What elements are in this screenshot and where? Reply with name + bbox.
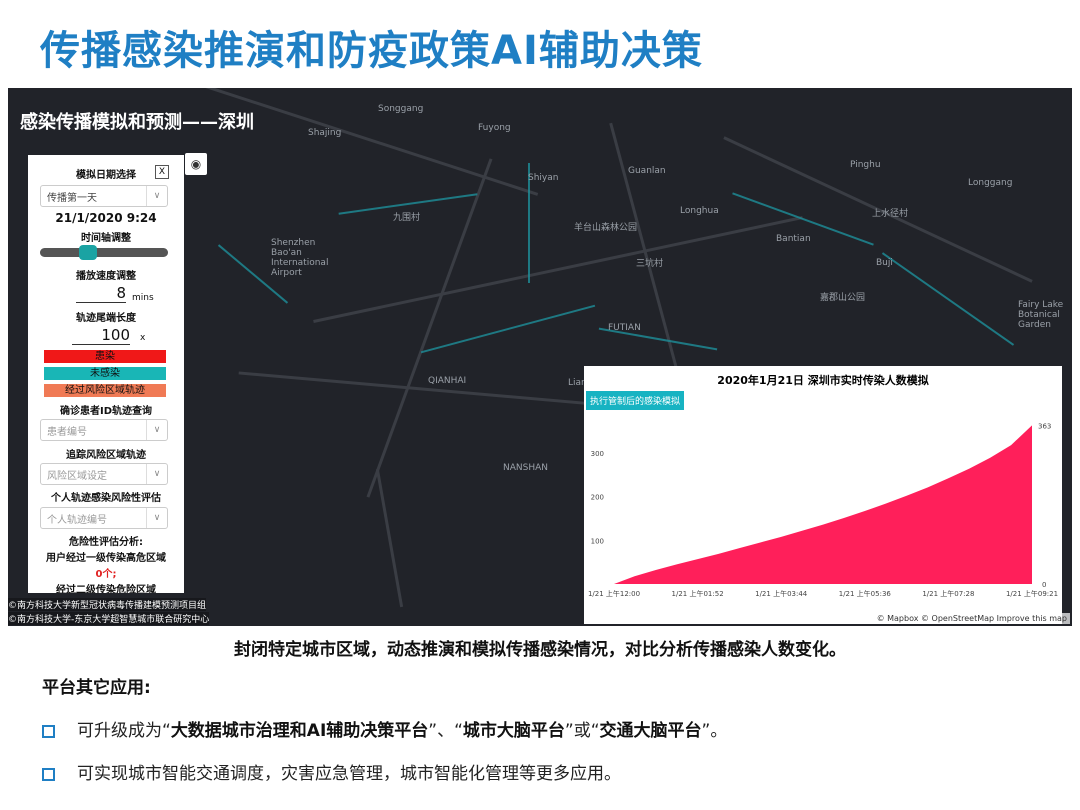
map-place-label: Songgang <box>378 104 424 114</box>
y-tick-label: 100 <box>591 537 604 545</box>
timeline-label: 时间轴调整 <box>81 233 131 244</box>
second-zone-label: 经过二级传染危险区域 <box>56 585 156 593</box>
risk-zone-placeholder: 风险区域设定 <box>47 471 107 482</box>
bullet-item: 可实现城市智能交通调度，灾害应急管理，城市智能化管理等更多应用。 <box>42 759 621 784</box>
patient-id-select[interactable]: 患者编号 ∨ <box>40 419 168 441</box>
map-road <box>137 88 539 196</box>
day-select-value: 传播第一天 <box>47 193 97 204</box>
map-place-label: Bantian <box>776 234 811 244</box>
bullet-bold: 城市大脑平台 <box>462 721 565 741</box>
chevron-down-icon: ∨ <box>146 508 167 528</box>
map-place-label: QIANHAI <box>428 376 467 386</box>
risk-zone-select[interactable]: 风险区域设定 ∨ <box>40 463 168 485</box>
map-title: 感染传播模拟和预测——深圳 <box>20 112 254 133</box>
x-tick-label: 1/21 上午12:00 <box>588 589 640 598</box>
map-place-label: Fuyong <box>478 123 511 133</box>
map-place-label: 九围村 <box>393 213 421 223</box>
sim-datetime: 21/1/2020 9:24 <box>55 211 157 225</box>
map-route <box>881 252 1015 346</box>
bullet-bold: 交通大脑平台 <box>599 721 702 741</box>
map-place-label: NANSHAN <box>503 463 548 473</box>
x-tick-label: 1/21 上午05:36 <box>839 589 892 598</box>
map-place-label: Buji <box>876 258 893 268</box>
square-bullet-icon <box>42 724 55 738</box>
trail-unit: x <box>140 333 146 343</box>
page-title: 传播感染推演和防疫政策AI辅助决策 <box>40 28 703 74</box>
timeline-slider-thumb[interactable] <box>78 245 97 260</box>
bullet-text: ”或“ <box>564 721 600 741</box>
risk-track-label: 追踪风险区域轨迹 <box>66 450 146 461</box>
timeline-slider[interactable] <box>40 248 168 257</box>
legend-risk-track: 经过风险区域轨迹 <box>44 384 166 397</box>
simulation-control-panel: 模拟日期选择 X 传播第一天 ∨ 21/1/2020 9:24 时间轴调整 播放… <box>28 155 184 593</box>
chevron-down-icon: ∨ <box>146 186 167 206</box>
patient-id-placeholder: 患者编号 <box>47 427 87 438</box>
high-zone-count: 0个; <box>95 569 117 580</box>
map-place-label: 羊台山森林公园 <box>574 223 638 233</box>
map-place-label: Shiyan <box>528 173 559 183</box>
high-zone-label: 用户经过一级传染高危区域 <box>46 553 166 564</box>
bullet-text: 可实现城市智能交通调度，灾害应急管理，城市智能化管理等更多应用。 <box>77 764 621 784</box>
camera-icon[interactable]: ◉ <box>185 153 207 175</box>
x-tick-label: 1/21 上午03:44 <box>755 589 808 598</box>
map-place-label: Longgang <box>968 178 1013 188</box>
square-bullet-icon <box>42 767 55 781</box>
bullet-text: 可升级成为“ <box>77 721 171 741</box>
legend-infected: 患染 <box>44 350 166 363</box>
map-road <box>313 216 803 323</box>
map-route <box>420 304 596 354</box>
map-place-label: Shenzhen Bao'an International Airport <box>271 238 329 278</box>
chevron-down-icon: ∨ <box>146 464 167 484</box>
map-place-label: 嘉郡山公园 <box>820 293 866 303</box>
patient-query-label: 确诊患者ID轨迹查询 <box>59 406 153 417</box>
attribution-line-1: ©南方科技大学新型冠状病毒传播建模预测项目组 <box>8 598 207 611</box>
x-tick-label: 1/21 上午09:21 <box>1006 589 1058 598</box>
risk-analysis-label: 危险性评估分析: <box>69 537 143 548</box>
close-button[interactable]: X <box>155 165 169 179</box>
personal-eval-label: 个人轨迹感染风险性评估 <box>51 493 161 504</box>
bullet-text: ”、“ <box>428 721 463 741</box>
speed-label: 播放速度调整 <box>76 271 136 282</box>
bullet-item: 可升级成为“大数据城市治理和AI辅助决策平台”、“城市大脑平台”或“交通大脑平台… <box>42 716 727 741</box>
map-place-label: Longhua <box>680 206 719 216</box>
trail-length-input[interactable]: 100 <box>72 326 130 345</box>
map-place-label: FUTIAN <box>608 323 641 333</box>
infection-area-series <box>614 425 1032 584</box>
y-tick-label: 300 <box>591 450 604 458</box>
chevron-down-icon: ∨ <box>146 420 167 440</box>
infection-chart-panel: 2020年1月21日 深圳市实时传染人数模拟 执行管制后的感染模拟 100 200… <box>584 366 1062 624</box>
infection-area-chart: 100 200 300 0 363 1/21 上午12:00 1/21 上午01:52 1/2… <box>588 422 1058 598</box>
day-select[interactable]: 传播第一天 ∨ <box>40 185 168 207</box>
y-tick-label: 200 <box>591 494 604 502</box>
x-tick-label: 1/21 上午07:28 <box>922 589 974 598</box>
other-apps-title: 平台其它应用: <box>42 678 151 698</box>
speed-input[interactable]: 8 <box>76 284 126 303</box>
map-place-label: 上水径村 <box>872 209 909 219</box>
mapbox-attribution[interactable]: © Mapbox © OpenStreetMap Improve this ma… <box>873 613 1070 624</box>
map-road <box>366 158 493 498</box>
speed-unit: mins <box>132 293 154 303</box>
map-road <box>375 468 404 608</box>
max-value-label: 363 <box>1038 422 1051 430</box>
map-place-label: Fairy Lake Botanical Garden <box>1018 300 1064 330</box>
map-place-label: Pinghu <box>850 160 881 170</box>
map-place-label: 三坑村 <box>636 259 664 269</box>
legend-uninfected: 未感染 <box>44 367 166 380</box>
trail-length-label: 轨迹尾端长度 <box>76 313 136 324</box>
attribution-line-2: ©南方科技大学-东京大学超智慧城市联合研究中心 <box>8 612 210 625</box>
y-tick-label: 0 <box>1042 581 1046 589</box>
map-view[interactable]: Songgang Shajing Fuyong Shiyan Guanlan L… <box>8 88 1072 626</box>
slide-caption: 封闭特定城市区域，动态推演和模拟传播感染情况，对比分析传播感染人数变化。 <box>234 640 846 660</box>
personal-track-select[interactable]: 个人轨迹编号 ∨ <box>40 507 168 529</box>
map-place-label: Shajing <box>308 128 342 138</box>
bullet-bold: 大数据城市治理和AI辅助决策平台 <box>170 721 429 741</box>
bullet-text: ”。 <box>701 721 728 741</box>
x-tick-label: 1/21 上午01:52 <box>672 589 724 598</box>
map-place-label: Guanlan <box>628 166 666 176</box>
personal-track-placeholder: 个人轨迹编号 <box>47 515 107 526</box>
